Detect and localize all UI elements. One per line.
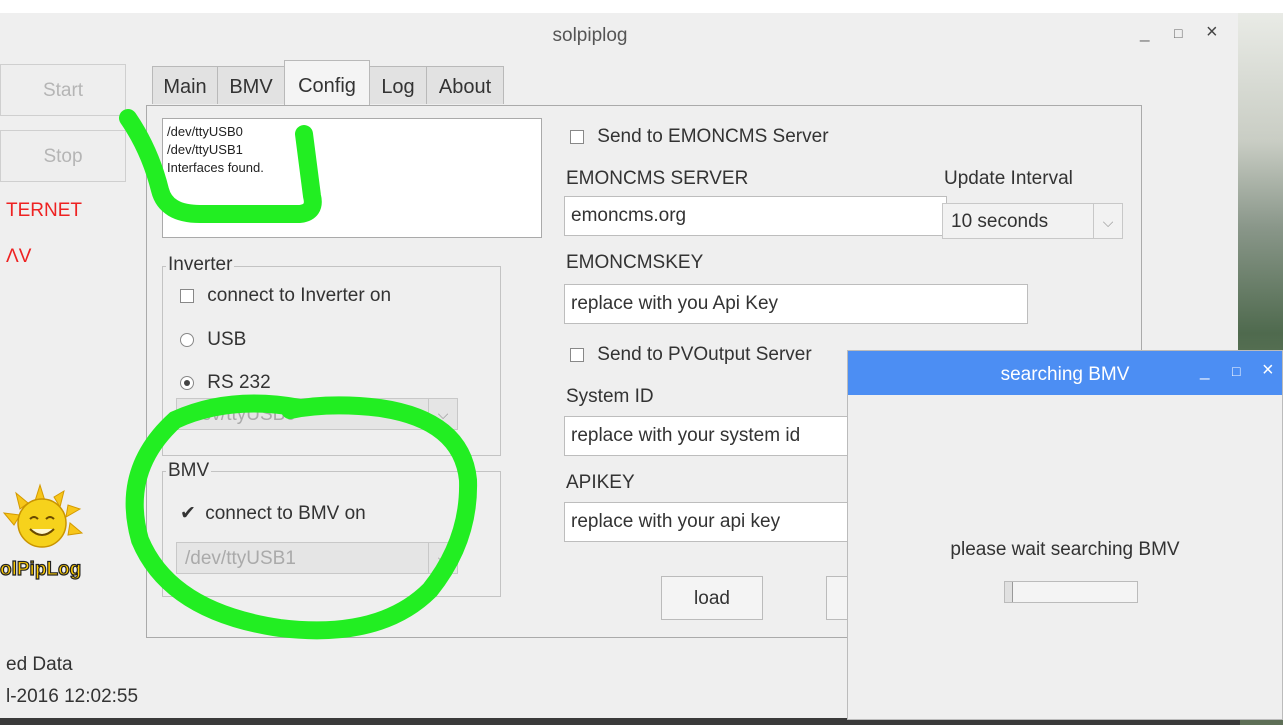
apikey-label: APIKEY <box>566 472 635 493</box>
minimize-button[interactable]: _ <box>1140 23 1149 43</box>
usb-radio-label: USB <box>207 329 247 350</box>
bmv-connect-checkbox-row[interactable]: ✔ connect to BMV on <box>180 502 366 525</box>
emoncms-key-label: EMONCMSKEY <box>566 252 704 273</box>
chevron-down-icon: ⌵ <box>428 399 457 429</box>
internet-status: TERNET <box>6 200 82 221</box>
list-item: Interfaces found. <box>167 160 264 175</box>
chevron-down-icon: ⌵ <box>428 543 457 573</box>
last-update-timestamp: l-2016 12:02:55 <box>6 686 139 707</box>
list-item: /dev/ttyUSB0 <box>167 124 243 139</box>
search-progress-fill <box>1005 582 1013 602</box>
maximize-button[interactable]: □ <box>1174 25 1182 41</box>
emoncms-send-row[interactable]: Send to EMONCMS Server <box>570 126 829 148</box>
title-bar: solpiplog _ □ × <box>0 13 1240 60</box>
dialog-title-bar: searching BMV _ □ × <box>848 351 1282 395</box>
bmv-connect-checkmark-icon[interactable]: ✔ <box>180 503 196 524</box>
inverter-group-title: Inverter <box>166 254 235 276</box>
emoncms-server-input[interactable]: emoncms.org <box>564 196 947 236</box>
pvoutput-send-row[interactable]: Send to PVOutput Server <box>570 344 812 366</box>
update-interval-select[interactable]: 10 seconds ⌵ <box>942 203 1123 239</box>
rs232-radio[interactable] <box>180 375 194 390</box>
dialog-close-button[interactable]: × <box>1262 359 1274 382</box>
tab-about[interactable]: About <box>426 66 504 104</box>
saved-data-label: ed Data <box>6 654 73 675</box>
stop-button[interactable]: Stop <box>0 130 126 182</box>
emoncms-server-label: EMONCMS SERVER <box>566 168 749 189</box>
close-button[interactable]: × <box>1206 21 1218 44</box>
tab-log[interactable]: Log <box>369 66 427 104</box>
tab-bmv[interactable]: BMV <box>217 66 285 104</box>
usb-radio[interactable] <box>180 332 194 347</box>
bmv-port-select[interactable]: /dev/ttyUSB1 ⌵ <box>176 542 458 574</box>
emoncms-key-input[interactable]: replace with you Api Key <box>564 284 1028 324</box>
load-button[interactable]: load <box>661 576 763 620</box>
interfaces-listbox[interactable]: /dev/ttyUSB0 /dev/ttyUSB1 Interfaces fou… <box>162 118 542 238</box>
search-progress-bar <box>1004 581 1138 603</box>
bmv-group-title: BMV <box>166 460 212 482</box>
inverter-port-select[interactable]: /dev/ttyUSB0 ⌵ <box>176 398 458 430</box>
dialog-message: please wait searching BMV <box>950 539 1180 560</box>
rs232-radio-row[interactable]: RS 232 <box>180 372 271 394</box>
pvoutput-send-checkbox[interactable] <box>570 347 584 362</box>
inverter-connect-checkbox[interactable] <box>180 288 194 303</box>
list-item: /dev/ttyUSB1 <box>167 142 243 157</box>
system-id-label: System ID <box>566 386 654 407</box>
usb-radio-row[interactable]: USB <box>180 329 246 351</box>
bmv-port-value: /dev/ttyUSB1 <box>185 548 296 569</box>
emoncms-send-checkbox[interactable] <box>570 129 584 144</box>
update-interval-label: Update Interval <box>944 168 1073 189</box>
apikey-input[interactable]: replace with your api key <box>564 502 864 542</box>
emoncms-send-label: Send to EMONCMS Server <box>597 126 829 147</box>
tab-main[interactable]: Main <box>152 66 218 104</box>
tab-config[interactable]: Config <box>284 60 370 106</box>
inverter-port-value: /dev/ttyUSB0 <box>185 404 296 425</box>
update-interval-value: 10 seconds <box>951 211 1049 232</box>
system-id-input[interactable]: replace with your system id <box>564 416 864 456</box>
dialog-minimize-button[interactable]: _ <box>1200 361 1209 381</box>
bmv-connect-label: connect to BMV on <box>205 503 366 524</box>
solpiplog-logo: olPipLog <box>0 483 84 581</box>
dialog-title: searching BMV <box>1000 364 1130 385</box>
pvoutput-send-label: Send to PVOutput Server <box>597 344 812 365</box>
chevron-down-icon: ⌵ <box>1093 204 1122 238</box>
inverter-connect-label: connect to Inverter on <box>207 285 392 306</box>
dialog-maximize-button[interactable]: □ <box>1232 363 1240 379</box>
rs232-radio-label: RS 232 <box>207 372 271 393</box>
searching-bmv-dialog: searching BMV _ □ × please wait searchin… <box>847 350 1283 720</box>
inverter-connect-checkbox-row[interactable]: connect to Inverter on <box>180 285 391 307</box>
start-button[interactable]: Start <box>0 64 126 116</box>
bmv-status: ΛV <box>6 246 32 267</box>
svg-text:olPipLog: olPipLog <box>0 559 81 580</box>
window-title: solpiplog <box>552 25 628 46</box>
bmv-group <box>162 471 501 597</box>
